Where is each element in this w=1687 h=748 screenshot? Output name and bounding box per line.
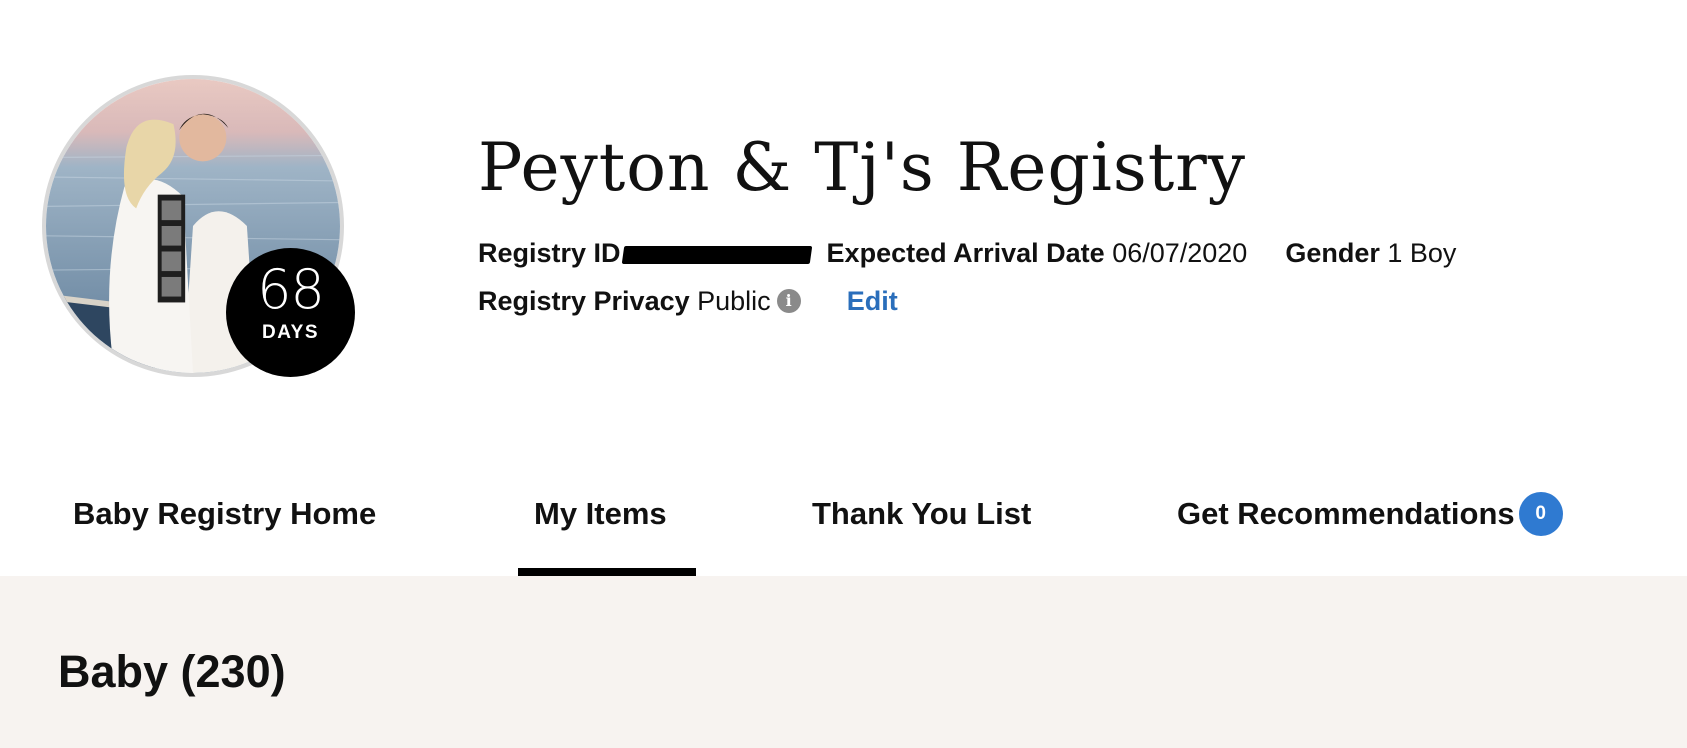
registry-id-label: Registry ID (478, 238, 621, 268)
registry-id-redacted (621, 245, 812, 264)
tab-label: Thank You List (812, 496, 1032, 531)
countdown-number: 68 (257, 258, 325, 321)
countdown-badge: 68 DAYS (226, 248, 355, 377)
gender-label: Gender (1285, 238, 1380, 268)
tab-my-items[interactable]: My Items (534, 494, 667, 534)
section-title: Baby (230) (58, 646, 286, 697)
arrival-date-label: Expected Arrival Date (826, 238, 1105, 268)
tab-get-recommendations[interactable]: Get Recommendations 0 (1177, 492, 1563, 538)
gender-value: 1 Boy (1387, 238, 1457, 268)
registry-privacy-row: Registry Privacy Public i Edit (478, 284, 898, 318)
active-tab-indicator (518, 568, 696, 576)
tab-label: Get Recommendations (1177, 496, 1515, 532)
tab-baby-registry-home[interactable]: Baby Registry Home (73, 494, 376, 534)
edit-link[interactable]: Edit (847, 286, 898, 316)
items-section: Baby (230) (0, 576, 1687, 748)
arrival-date-value: 06/07/2020 (1112, 238, 1248, 268)
tab-label: Baby Registry Home (73, 496, 377, 531)
registry-details-row: Registry ID Expected Arrival Date 06/07/2… (478, 236, 1456, 270)
countdown-label: DAYS (261, 322, 320, 343)
privacy-label: Registry Privacy (478, 286, 690, 316)
registry-title: Peyton & Tj's Registry (478, 129, 1247, 206)
privacy-value: Public (697, 286, 771, 316)
registry-tabs: Baby Registry Home My Items Thank You Li… (0, 480, 1687, 576)
tab-thank-you-list[interactable]: Thank You List (812, 494, 1031, 534)
tab-label: My Items (534, 496, 667, 531)
recommendations-count-badge: 0 (1518, 492, 1563, 536)
info-icon[interactable]: i (776, 288, 801, 313)
registry-page: 68 DAYS Peyton & Tj's Registry Registry … (0, 0, 1687, 748)
